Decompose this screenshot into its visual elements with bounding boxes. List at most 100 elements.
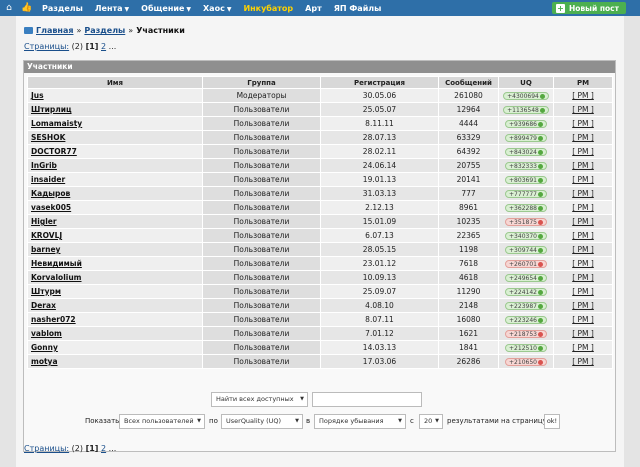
per-page-select[interactable]: 20 ▼ bbox=[419, 414, 443, 429]
pm-link[interactable]: [ PM ] bbox=[572, 259, 594, 268]
uq-badge: +340370 bbox=[505, 232, 547, 240]
table-row: Korvalolium Пользователи 10.09.13 4618 +2496… bbox=[27, 270, 613, 285]
pm-link[interactable]: [ PM ] bbox=[572, 119, 594, 128]
uq-indicator-icon bbox=[539, 94, 545, 99]
pm-link[interactable]: [ PM ] bbox=[572, 189, 594, 198]
search-input[interactable] bbox=[312, 392, 422, 407]
pm-link[interactable]: [ PM ] bbox=[572, 245, 594, 254]
nav-obshchenie[interactable]: Общение ▼ bbox=[135, 4, 197, 13]
member-name[interactable]: KROVLJ bbox=[27, 228, 203, 243]
member-registration: 28.07.13 bbox=[320, 130, 439, 145]
pm-link[interactable]: [ PM ] bbox=[572, 343, 594, 352]
member-registration: 25.09.07 bbox=[320, 284, 439, 299]
pm-link[interactable]: [ PM ] bbox=[572, 301, 594, 310]
pm-link[interactable]: [ PM ] bbox=[572, 105, 594, 114]
member-name[interactable]: vablom bbox=[27, 326, 203, 341]
pager-label[interactable]: Страницы: bbox=[24, 444, 69, 453]
member-name[interactable]: barney bbox=[27, 242, 203, 257]
top-navbar: ⌂ 👍 Разделы Лента ▼ Общение ▼ Хаос ▼ Инкуба… bbox=[0, 0, 640, 16]
find-all-select[interactable]: Найти всех доступных ▼ bbox=[211, 392, 308, 407]
breadcrumb-home[interactable]: Главная bbox=[36, 26, 73, 35]
member-name[interactable]: Lomamaisty bbox=[27, 116, 203, 131]
nav-inkubator[interactable]: Инкубатор bbox=[237, 4, 299, 13]
pm-link[interactable]: [ PM ] bbox=[572, 217, 594, 226]
pm-link[interactable]: [ PM ] bbox=[572, 203, 594, 212]
uq-indicator-icon bbox=[537, 346, 543, 351]
member-group: Пользователи bbox=[202, 298, 321, 313]
member-uq: +249654 bbox=[498, 270, 554, 285]
col-registration[interactable]: Регистрация bbox=[320, 76, 439, 89]
member-name[interactable]: DOCTOR77 bbox=[27, 144, 203, 159]
pm-link[interactable]: [ PM ] bbox=[572, 147, 594, 156]
member-pm: [ PM ] bbox=[553, 326, 613, 341]
nav-razdely[interactable]: Разделы bbox=[36, 4, 89, 13]
uq-indicator-icon bbox=[537, 206, 543, 211]
col-group[interactable]: Группа bbox=[202, 76, 321, 89]
uq-indicator-icon bbox=[537, 136, 543, 141]
uq-indicator-icon bbox=[539, 108, 545, 113]
breadcrumb-section[interactable]: Разделы bbox=[84, 26, 125, 35]
nav-art[interactable]: Арт bbox=[299, 4, 328, 13]
member-name[interactable]: Gonny bbox=[27, 340, 203, 355]
member-name[interactable]: Derax bbox=[27, 298, 203, 313]
member-name[interactable]: SESHOK bbox=[27, 130, 203, 145]
pm-link[interactable]: [ PM ] bbox=[572, 231, 594, 240]
member-name[interactable]: Штирлиц bbox=[27, 102, 203, 117]
like-icon[interactable]: 👍 bbox=[18, 0, 36, 16]
uq-badge: +260701 bbox=[505, 260, 547, 268]
member-name[interactable]: Кадыров bbox=[27, 186, 203, 201]
uq-indicator-icon bbox=[537, 192, 543, 197]
pm-link[interactable]: [ PM ] bbox=[572, 273, 594, 282]
nav-yap-faily[interactable]: ЯП Файлы bbox=[328, 4, 388, 13]
member-uq: +777777 bbox=[498, 186, 554, 201]
member-name[interactable]: Higler bbox=[27, 214, 203, 229]
member-name[interactable]: vasek005 bbox=[27, 200, 203, 215]
pm-link[interactable]: [ PM ] bbox=[572, 357, 594, 366]
pm-link[interactable]: [ PM ] bbox=[572, 329, 594, 338]
who-select[interactable]: Всех пользователей ▼ bbox=[119, 414, 205, 429]
pm-link[interactable]: [ PM ] bbox=[572, 161, 594, 170]
pager-label[interactable]: Страницы: bbox=[24, 42, 69, 51]
nav-lenta[interactable]: Лента ▼ bbox=[89, 4, 135, 13]
new-post-button[interactable]: + Новый пост bbox=[552, 2, 626, 14]
col-name[interactable]: Имя bbox=[27, 76, 203, 89]
member-pm: [ PM ] bbox=[553, 242, 613, 257]
pm-link[interactable]: [ PM ] bbox=[572, 315, 594, 324]
member-name[interactable]: motya bbox=[27, 354, 203, 369]
member-pm: [ PM ] bbox=[553, 256, 613, 271]
panel-title: Участники bbox=[24, 61, 615, 73]
table-row: Higler Пользователи 15.01.09 10235 +351875 [ … bbox=[27, 214, 613, 229]
uq-badge: +832333 bbox=[505, 162, 547, 170]
plus-icon: + bbox=[556, 3, 565, 13]
member-pm: [ PM ] bbox=[553, 270, 613, 285]
member-name[interactable]: nasher072 bbox=[27, 312, 203, 327]
nav-khaos[interactable]: Хаос ▼ bbox=[197, 4, 237, 13]
member-name[interactable]: InGrib bbox=[27, 158, 203, 173]
pm-link[interactable]: [ PM ] bbox=[572, 91, 594, 100]
pm-link[interactable]: [ PM ] bbox=[572, 133, 594, 142]
col-posts[interactable]: Сообщений bbox=[438, 76, 499, 89]
member-name[interactable]: Korvalolium bbox=[27, 270, 203, 285]
member-name[interactable]: Невидимый bbox=[27, 256, 203, 271]
member-pm: [ PM ] bbox=[553, 214, 613, 229]
member-name[interactable]: insaider bbox=[27, 172, 203, 187]
home-icon[interactable]: ⌂ bbox=[0, 0, 18, 16]
pm-link[interactable]: [ PM ] bbox=[572, 287, 594, 296]
table-row: Кадыров Пользователи 31.03.13 777 +777777 [ P… bbox=[27, 186, 613, 201]
col-uq[interactable]: UQ bbox=[498, 76, 554, 89]
member-posts: 11290 bbox=[438, 284, 499, 299]
member-pm: [ PM ] bbox=[553, 172, 613, 187]
sort-field-select[interactable]: UserQuality (UQ) ▼ bbox=[221, 414, 303, 429]
order-select[interactable]: Порядке убывания ▼ bbox=[314, 414, 406, 429]
member-name[interactable]: Jus bbox=[27, 88, 203, 103]
member-registration: 6.07.13 bbox=[320, 228, 439, 243]
member-registration: 7.01.12 bbox=[320, 326, 439, 341]
pager-page-2[interactable]: 2 bbox=[101, 444, 106, 453]
uq-indicator-icon bbox=[537, 332, 543, 337]
pm-link[interactable]: [ PM ] bbox=[572, 175, 594, 184]
member-name[interactable]: Штурм bbox=[27, 284, 203, 299]
pager-page-2[interactable]: 2 bbox=[101, 42, 106, 51]
member-registration: 28.02.11 bbox=[320, 144, 439, 159]
member-uq: +224142 bbox=[498, 284, 554, 299]
ok-button[interactable]: ok! bbox=[544, 414, 560, 429]
